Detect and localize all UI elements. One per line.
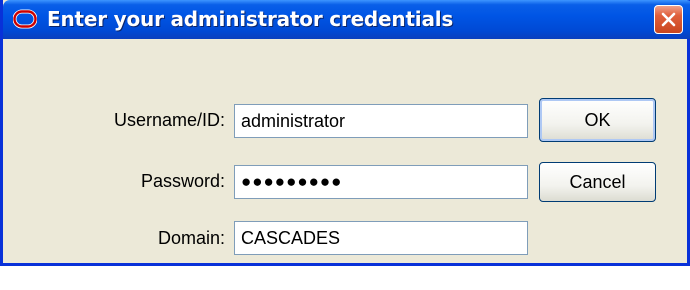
dialog-title: Enter your administrator credentials (47, 7, 454, 31)
ok-button[interactable]: OK (539, 98, 656, 142)
domain-label: Domain: (157, 228, 225, 248)
title-bar[interactable]: Enter your administrator credentials (3, 0, 690, 39)
oracle-logo-icon (12, 9, 38, 29)
domain-input[interactable] (234, 221, 528, 255)
close-icon (661, 12, 676, 27)
password-input[interactable] (234, 165, 528, 199)
username-label: Username/ID: (113, 110, 225, 130)
username-input[interactable] (234, 104, 528, 138)
close-button[interactable] (654, 5, 683, 34)
password-label: Password: (140, 171, 225, 191)
credentials-dialog: Enter your administrator credentials Use… (0, 0, 690, 266)
cancel-button[interactable]: Cancel (539, 162, 656, 202)
